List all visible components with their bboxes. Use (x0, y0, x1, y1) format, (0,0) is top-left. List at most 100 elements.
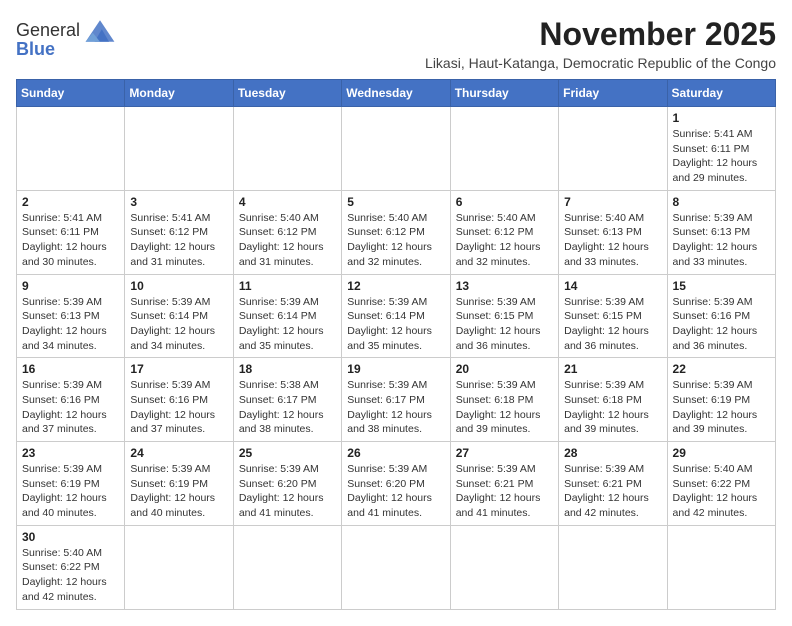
day-info: Sunrise: 5:39 AM Sunset: 6:16 PM Dayligh… (673, 295, 770, 354)
day-info: Sunrise: 5:39 AM Sunset: 6:16 PM Dayligh… (22, 378, 119, 437)
day-number: 14 (564, 279, 661, 293)
calendar-cell (125, 525, 233, 609)
weekday-header-friday: Friday (559, 80, 667, 107)
day-info: Sunrise: 5:39 AM Sunset: 6:15 PM Dayligh… (564, 295, 661, 354)
calendar-cell: 17Sunrise: 5:39 AM Sunset: 6:16 PM Dayli… (125, 358, 233, 442)
logo-blue-text: Blue (16, 40, 55, 60)
day-info: Sunrise: 5:39 AM Sunset: 6:16 PM Dayligh… (130, 378, 227, 437)
calendar-cell: 3 Sunrise: 5:41 AM Sunset: 6:12 PM Daylig… (125, 190, 233, 274)
day-info: Sunrise: 5:40 AM Sunset: 6:22 PM Dayligh… (673, 462, 770, 521)
calendar-cell: 2Sunrise: 5:41 AM Sunset: 6:11 PM Daylig… (17, 190, 125, 274)
day-number: 20 (456, 362, 553, 376)
calendar-cell (450, 107, 558, 191)
day-info: Sunrise: 5:39 AM Sunset: 6:20 PM Dayligh… (239, 462, 336, 521)
day-number: 18 (239, 362, 336, 376)
day-number: 25 (239, 446, 336, 460)
day-info: Sunrise: 5:41 AM Sunset: 6:12 PM Dayligh… (130, 211, 227, 270)
logo-icon (82, 16, 118, 46)
day-number: 24 (130, 446, 227, 460)
calendar-cell: 20 Sunrise: 5:39 AM Sunset: 6:18 PM Dayli… (450, 358, 558, 442)
weekday-header-sunday: Sunday (17, 80, 125, 107)
calendar-cell: 26 Sunrise: 5:39 AM Sunset: 6:20 PM Dayli… (342, 442, 450, 526)
calendar-week-row: 23 Sunrise: 5:39 AM Sunset: 6:19 PM Dayli… (17, 442, 776, 526)
day-info: Sunrise: 5:40 AM Sunset: 6:12 PM Dayligh… (456, 211, 553, 270)
calendar-cell (342, 107, 450, 191)
calendar-cell: 5Sunrise: 5:40 AM Sunset: 6:12 PM Daylig… (342, 190, 450, 274)
calendar-cell (233, 107, 341, 191)
calendar-week-row: 9Sunrise: 5:39 AM Sunset: 6:13 PM Daylig… (17, 274, 776, 358)
day-number: 3 (130, 195, 227, 209)
day-info: Sunrise: 5:39 AM Sunset: 6:19 PM Dayligh… (130, 462, 227, 521)
calendar-cell: 18 Sunrise: 5:38 AM Sunset: 6:17 PM Dayli… (233, 358, 341, 442)
calendar-cell: 8 Sunrise: 5:39 AM Sunset: 6:13 PM Daylig… (667, 190, 775, 274)
day-info: Sunrise: 5:39 AM Sunset: 6:21 PM Dayligh… (564, 462, 661, 521)
calendar-cell: 4 Sunrise: 5:40 AM Sunset: 6:12 PM Daylig… (233, 190, 341, 274)
day-info: Sunrise: 5:40 AM Sunset: 6:22 PM Dayligh… (22, 546, 119, 605)
calendar-cell (233, 525, 341, 609)
calendar-cell: 6Sunrise: 5:40 AM Sunset: 6:12 PM Daylig… (450, 190, 558, 274)
day-info: Sunrise: 5:39 AM Sunset: 6:19 PM Dayligh… (673, 378, 770, 437)
day-number: 28 (564, 446, 661, 460)
day-number: 4 (239, 195, 336, 209)
weekday-header-saturday: Saturday (667, 80, 775, 107)
weekday-header-thursday: Thursday (450, 80, 558, 107)
calendar-subtitle: Likasi, Haut-Katanga, Democratic Republi… (425, 55, 776, 71)
day-number: 7 (564, 195, 661, 209)
day-number: 16 (22, 362, 119, 376)
day-number: 21 (564, 362, 661, 376)
day-number: 19 (347, 362, 444, 376)
calendar-cell: 22 Sunrise: 5:39 AM Sunset: 6:19 PM Dayli… (667, 358, 775, 442)
day-number: 30 (22, 530, 119, 544)
calendar-cell (450, 525, 558, 609)
day-number: 22 (673, 362, 770, 376)
page-header: General Blue November 2025 Likasi, Haut-… (16, 16, 776, 71)
calendar-cell: 30 Sunrise: 5:40 AM Sunset: 6:22 PM Dayli… (17, 525, 125, 609)
calendar-cell: 19 Sunrise: 5:39 AM Sunset: 6:17 PM Dayli… (342, 358, 450, 442)
weekday-header-wednesday: Wednesday (342, 80, 450, 107)
calendar-cell: 11Sunrise: 5:39 AM Sunset: 6:14 PM Dayli… (233, 274, 341, 358)
day-info: Sunrise: 5:39 AM Sunset: 6:13 PM Dayligh… (673, 211, 770, 270)
calendar-cell: 7 Sunrise: 5:40 AM Sunset: 6:13 PM Daylig… (559, 190, 667, 274)
day-number: 15 (673, 279, 770, 293)
calendar-cell (342, 525, 450, 609)
calendar-cell: 28 Sunrise: 5:39 AM Sunset: 6:21 PM Dayli… (559, 442, 667, 526)
calendar-week-row: 16 Sunrise: 5:39 AM Sunset: 6:16 PM Dayli… (17, 358, 776, 442)
calendar-cell: 29 Sunrise: 5:40 AM Sunset: 6:22 PM Dayli… (667, 442, 775, 526)
calendar-cell (559, 107, 667, 191)
day-number: 27 (456, 446, 553, 460)
day-info: Sunrise: 5:40 AM Sunset: 6:13 PM Dayligh… (564, 211, 661, 270)
day-number: 26 (347, 446, 444, 460)
calendar-cell (559, 525, 667, 609)
day-info: Sunrise: 5:39 AM Sunset: 6:17 PM Dayligh… (347, 378, 444, 437)
day-info: Sunrise: 5:39 AM Sunset: 6:14 PM Dayligh… (347, 295, 444, 354)
day-number: 2 (22, 195, 119, 209)
day-info: Sunrise: 5:39 AM Sunset: 6:18 PM Dayligh… (564, 378, 661, 437)
day-number: 8 (673, 195, 770, 209)
calendar-cell (667, 525, 775, 609)
day-info: Sunrise: 5:40 AM Sunset: 6:12 PM Dayligh… (239, 211, 336, 270)
day-number: 29 (673, 446, 770, 460)
calendar-cell: 27 Sunrise: 5:39 AM Sunset: 6:21 PM Dayli… (450, 442, 558, 526)
calendar-week-row: 30 Sunrise: 5:40 AM Sunset: 6:22 PM Dayli… (17, 525, 776, 609)
day-number: 23 (22, 446, 119, 460)
calendar-cell: 10Sunrise: 5:39 AM Sunset: 6:14 PM Dayli… (125, 274, 233, 358)
day-info: Sunrise: 5:39 AM Sunset: 6:18 PM Dayligh… (456, 378, 553, 437)
day-number: 13 (456, 279, 553, 293)
calendar-week-row: 2Sunrise: 5:41 AM Sunset: 6:11 PM Daylig… (17, 190, 776, 274)
day-number: 10 (130, 279, 227, 293)
weekday-header-monday: Monday (125, 80, 233, 107)
day-info: Sunrise: 5:39 AM Sunset: 6:19 PM Dayligh… (22, 462, 119, 521)
day-number: 11 (239, 279, 336, 293)
calendar-week-row: 1Sunrise: 5:41 AM Sunset: 6:11 PM Daylig… (17, 107, 776, 191)
calendar-cell (17, 107, 125, 191)
day-info: Sunrise: 5:39 AM Sunset: 6:20 PM Dayligh… (347, 462, 444, 521)
calendar-table: SundayMondayTuesdayWednesdayThursdayFrid… (16, 79, 776, 610)
calendar-cell: 16 Sunrise: 5:39 AM Sunset: 6:16 PM Dayli… (17, 358, 125, 442)
day-info: Sunrise: 5:38 AM Sunset: 6:17 PM Dayligh… (239, 378, 336, 437)
day-info: Sunrise: 5:39 AM Sunset: 6:21 PM Dayligh… (456, 462, 553, 521)
calendar-cell: 23 Sunrise: 5:39 AM Sunset: 6:19 PM Dayli… (17, 442, 125, 526)
day-number: 12 (347, 279, 444, 293)
title-block: November 2025 Likasi, Haut-Katanga, Demo… (425, 16, 776, 71)
weekday-header-tuesday: Tuesday (233, 80, 341, 107)
calendar-cell: 24 Sunrise: 5:39 AM Sunset: 6:19 PM Dayli… (125, 442, 233, 526)
